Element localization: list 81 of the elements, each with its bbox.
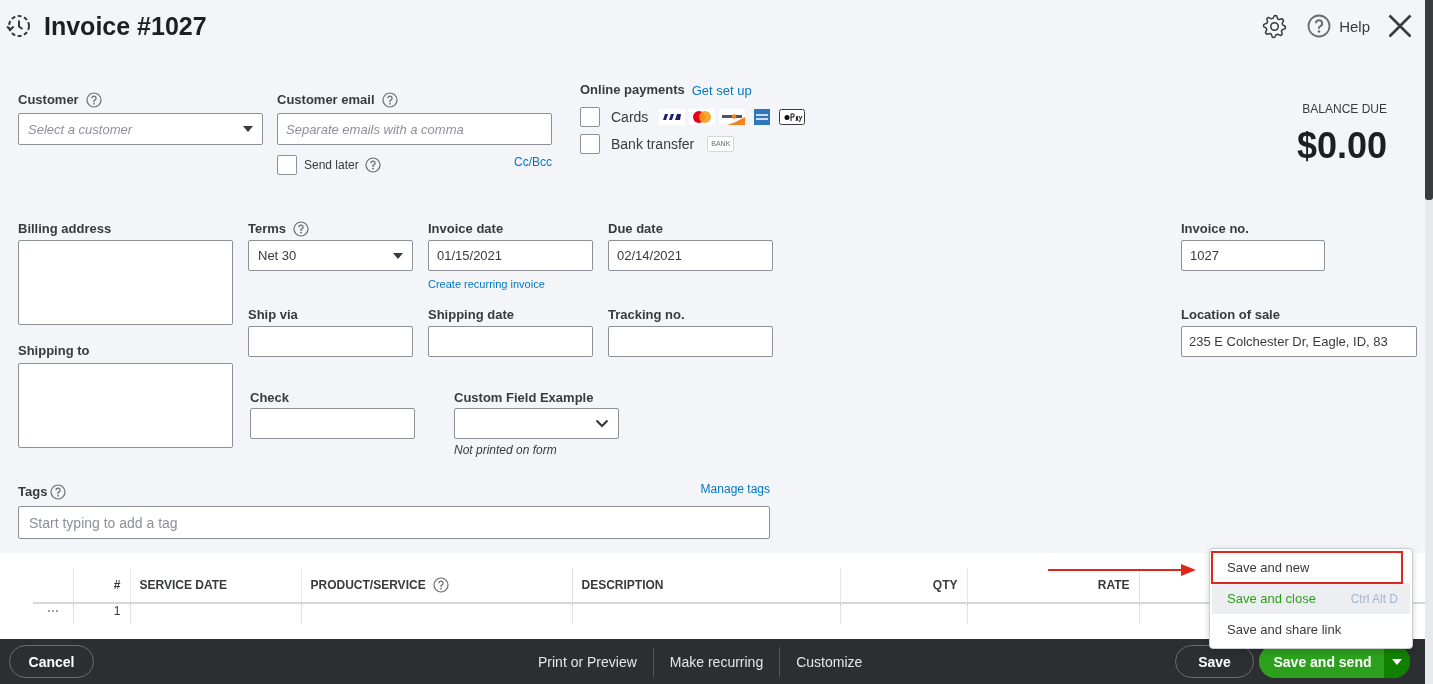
address-field[interactable] xyxy=(18,240,233,325)
shortcut-hint: Ctrl Alt D xyxy=(1350,591,1398,606)
column-header: RATE xyxy=(967,567,1139,603)
card-logo-icon xyxy=(779,109,806,125)
chevron-icon xyxy=(595,419,609,428)
column-header: DESCRIPTION xyxy=(572,567,840,603)
help-icon[interactable] xyxy=(85,92,102,108)
close-icon[interactable] xyxy=(1388,14,1412,38)
footer-link[interactable]: Customize xyxy=(780,646,879,677)
checkbox[interactable] xyxy=(580,107,600,127)
field-label: Billing address xyxy=(18,220,113,238)
caret-icon xyxy=(393,252,403,259)
field-label: Check xyxy=(250,389,290,407)
field-label: Tracking no. xyxy=(608,306,685,324)
column-header: PRODUCT/SERVICE xyxy=(310,577,426,592)
help-link[interactable]: Help xyxy=(1339,17,1370,35)
input-field[interactable] xyxy=(248,326,413,357)
manage-tags-link[interactable]: Manage tags xyxy=(700,482,770,496)
date-field[interactable] xyxy=(428,326,593,357)
field-label: Invoice no. xyxy=(1181,220,1249,238)
invoice-number-field[interactable]: 1027 xyxy=(1181,240,1325,271)
caret-icon xyxy=(1392,658,1402,665)
field-label: Customer email xyxy=(277,91,375,109)
field-note: Not printed on form xyxy=(454,443,557,457)
field-label: Online payments xyxy=(580,81,685,99)
help-icon[interactable] xyxy=(364,157,381,173)
recurring-link[interactable]: Create recurring invoice xyxy=(428,277,545,291)
drag-handle[interactable]: ⋯ xyxy=(33,602,73,624)
row-number: 1 xyxy=(73,602,130,624)
card-logo-icon xyxy=(719,109,746,125)
address-field[interactable] xyxy=(18,363,233,448)
input-field[interactable] xyxy=(608,326,773,357)
help-icon[interactable] xyxy=(50,484,67,500)
dropdown-placeholder: Select a customer xyxy=(28,121,133,137)
tags-field[interactable]: Start typing to add a tag xyxy=(18,506,770,539)
scrollbar[interactable] xyxy=(1425,0,1433,200)
field-label: Due date xyxy=(608,220,663,238)
setup-link[interactable]: Get set up xyxy=(691,82,752,98)
checkbox-label: Cards xyxy=(611,109,649,125)
footer-link[interactable]: Print or Preview xyxy=(538,646,653,677)
help-icon[interactable] xyxy=(381,92,398,108)
checkbox-label: Bank transfer xyxy=(611,136,695,152)
email-field[interactable]: Separate emails with a comma xyxy=(277,113,552,145)
date-field[interactable]: 01/15/2021 xyxy=(428,240,593,271)
card-logo-icon xyxy=(689,109,716,125)
footer-link[interactable]: Make recurring xyxy=(653,646,780,677)
field-label: Shipping to xyxy=(18,342,91,360)
settings-icon[interactable] xyxy=(1262,13,1288,39)
terms-dropdown[interactable]: Net 30 xyxy=(248,240,413,271)
card-logo-icon xyxy=(659,109,686,125)
balance-label: BALANCE DUE xyxy=(1302,101,1387,118)
custom-field-dropdown[interactable] xyxy=(454,408,619,439)
checkbox-label: Send later xyxy=(304,158,359,172)
column-header: # xyxy=(73,567,130,603)
date-field[interactable]: 02/14/2021 xyxy=(608,240,773,271)
field-label: Terms xyxy=(248,220,287,238)
field-label: Invoice date xyxy=(428,220,504,238)
menu-item[interactable]: Save and share link xyxy=(1212,614,1410,645)
help-icon[interactable] xyxy=(432,576,449,593)
caret-icon xyxy=(243,126,253,132)
menu-item[interactable]: Save and new xyxy=(1212,552,1402,583)
history-icon[interactable] xyxy=(6,13,32,39)
field-label: Tags xyxy=(18,483,48,501)
field-label: Location of sale xyxy=(1181,306,1280,324)
menu-item-label: Save and close xyxy=(1227,591,1316,606)
cc-bcc-link[interactable]: Cc/Bcc xyxy=(514,155,552,169)
checkbox[interactable] xyxy=(277,155,297,175)
field-label: Custom Field Example xyxy=(454,389,594,407)
balance-amount: $0.00 xyxy=(1296,125,1387,167)
input-field[interactable] xyxy=(250,408,415,439)
dropdown-value: Net 30 xyxy=(258,248,297,263)
address-input-field[interactable]: 235 E Colchester Dr, Eagle, ID, 83 xyxy=(1181,326,1417,357)
field-label: Customer xyxy=(18,91,79,109)
checkbox[interactable] xyxy=(580,134,600,154)
field-label: Ship via xyxy=(248,306,298,324)
field-label: Shipping date xyxy=(428,306,514,324)
page-title: Invoice #1027 xyxy=(44,11,207,41)
column-header: QTY xyxy=(840,567,967,603)
help-icon[interactable] xyxy=(293,221,310,237)
help-icon[interactable] xyxy=(1307,14,1332,38)
column-header: SERVICE DATE xyxy=(130,567,301,603)
